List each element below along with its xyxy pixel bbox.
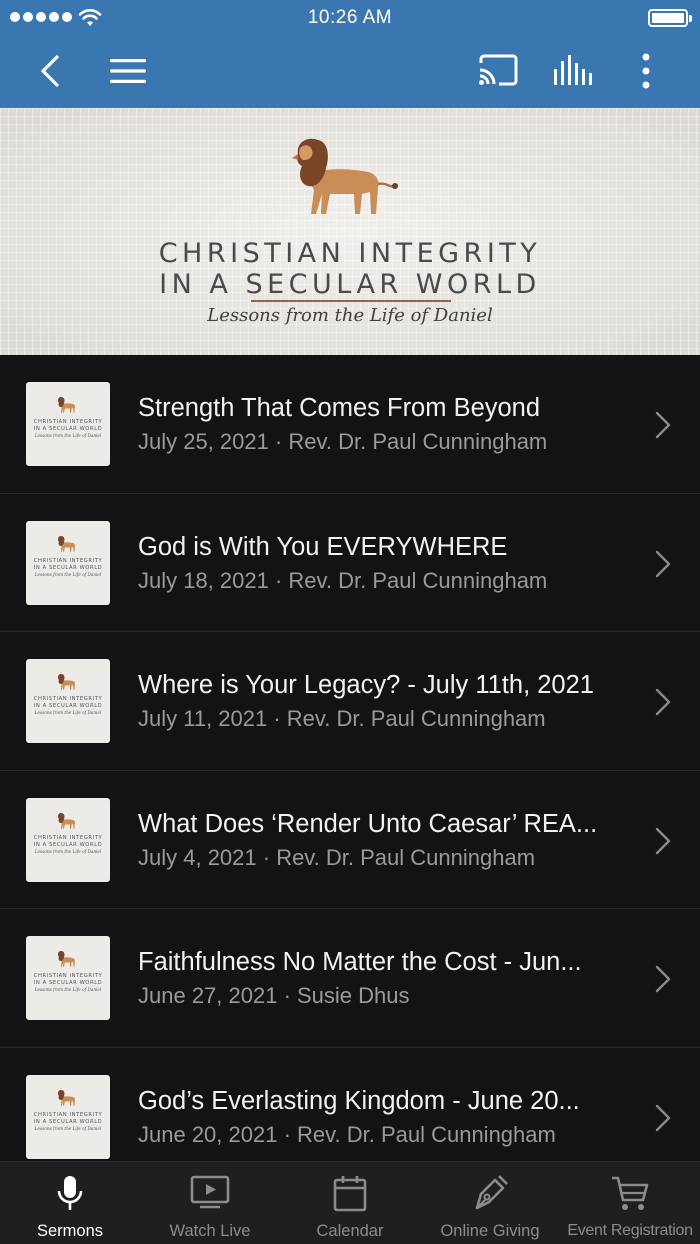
sermon-title: Strength That Comes From Beyond [138, 394, 541, 422]
chevron-right-icon [655, 965, 671, 993]
battery-icon [648, 9, 692, 27]
thumbnail-title-line1: CHRISTIAN INTEGRITY [33, 834, 103, 841]
tab-bar: Sermons Watch Live Calendar Online Givin… [0, 1161, 700, 1244]
sermon-row[interactable]: CHRISTIAN INTEGRITY IN A SECULAR WORLD L… [0, 909, 700, 1048]
audio-levels-button[interactable] [548, 48, 596, 94]
thumbnail-title-line1: CHRISTIAN INTEGRITY [33, 557, 103, 564]
sermon-title: God is With You EVERYWHERE [138, 532, 508, 561]
lion-illustration [292, 138, 398, 214]
sermon-date-speaker: June 20, 2021 · Rev. Dr. Paul Cunningham [138, 1121, 556, 1147]
thumbnail-title-line1: CHRISTIAN INTEGRITY [33, 696, 103, 702]
sermon-row[interactable]: CHRISTIAN INTEGRITY IN A SECULAR WORLD L… [0, 632, 700, 771]
lion-illustration [57, 1089, 76, 1106]
cast-button[interactable] [474, 48, 522, 94]
thumbnail-subtitle: Lessons from the Life of Daniel [34, 710, 102, 715]
lion-illustration [57, 812, 76, 829]
chevron-right-icon [655, 550, 671, 577]
sermon-title: What Does ‘Render Unto Caesar’ REA... [138, 809, 598, 838]
tab-sermons[interactable]: Sermons [0, 1162, 140, 1244]
sermon-date-speaker: July 18, 2021 · Rev. Dr. Paul Cunningham [138, 567, 548, 593]
sermon-date-speaker: June 27, 2021 · Susie Dhus [138, 983, 410, 1008]
banner-divider [251, 300, 451, 302]
microphone-icon [57, 1176, 83, 1210]
equalizer-icon [554, 55, 592, 85]
thumbnail-subtitle: Lessons from the Life of Daniel [34, 433, 102, 438]
thumbnail-subtitle: Lessons from the Life of Daniel [34, 571, 102, 577]
thumbnail-subtitle: Lessons from the Life of Daniel [34, 1125, 102, 1131]
tab-label: Calendar [316, 1222, 384, 1240]
tab-online-giving[interactable]: Online Giving [420, 1162, 560, 1244]
hamburger-menu-icon [110, 59, 146, 83]
thumbnail-title-line2: IN A SECULAR WORLD [33, 426, 103, 432]
status-time: 10:26 AM [307, 7, 393, 28]
sermon-thumbnail: CHRISTIAN INTEGRITY IN A SECULAR WORLD L… [26, 659, 110, 743]
thumbnail-title-line2: IN A SECULAR WORLD [33, 564, 103, 571]
tab-event-registration[interactable]: Event Registration [560, 1162, 700, 1244]
sermon-list: CHRISTIAN INTEGRITY IN A SECULAR WORLD L… [0, 355, 700, 1186]
thumbnail-subtitle: Lessons from the Life of Daniel [34, 987, 102, 992]
thumbnail-title-line2: IN A SECULAR WORLD [33, 841, 103, 848]
lion-illustration [57, 396, 76, 413]
chevron-right-icon [655, 411, 671, 439]
thumbnail-title-line2: IN A SECULAR WORLD [33, 1118, 103, 1125]
sermon-date-speaker: July 25, 2021 · Rev. Dr. Paul Cunningham [138, 429, 548, 454]
sermon-date-speaker: July 11, 2021 · Rev. Dr. Paul Cunningham [138, 706, 546, 731]
back-button[interactable] [30, 48, 70, 94]
thumbnail-title-line2: IN A SECULAR WORLD [33, 980, 103, 986]
thumbnail-title-line1: CHRISTIAN INTEGRITY [33, 1111, 103, 1118]
tab-label: Event Registration [567, 1222, 693, 1239]
tab-label: Watch Live [169, 1222, 251, 1240]
lion-illustration [57, 950, 76, 967]
tab-calendar[interactable]: Calendar [280, 1162, 420, 1244]
sermon-thumbnail: CHRISTIAN INTEGRITY IN A SECULAR WORLD L… [26, 797, 110, 882]
more-options-button[interactable] [628, 48, 664, 94]
sermon-row[interactable]: CHRISTIAN INTEGRITY IN A SECULAR WORLD L… [0, 355, 700, 494]
tab-watch-live[interactable]: Watch Live [140, 1162, 280, 1244]
sermon-thumbnail: CHRISTIAN INTEGRITY IN A SECULAR WORLD L… [26, 1074, 110, 1159]
sermon-row[interactable]: CHRISTIAN INTEGRITY IN A SECULAR WORLD L… [0, 494, 700, 632]
cart-icon [612, 1176, 649, 1210]
top-bar: 10:26 AM [0, 0, 700, 108]
sermon-title: Faithfulness No Matter the Cost - Jun... [138, 948, 582, 976]
more-vertical-icon [642, 53, 650, 89]
sermon-date-speaker: July 4, 2021 · Rev. Dr. Paul Cunningham [138, 844, 536, 870]
sermon-title: God’s Everlasting Kingdom - June 20... [138, 1086, 580, 1115]
chevron-right-icon [655, 827, 671, 854]
thumbnail-title-line1: CHRISTIAN INTEGRITY [33, 973, 103, 979]
banner-subtitle: Lessons from the Life of Daniel [207, 305, 493, 326]
cast-icon [479, 54, 518, 86]
thumbnail-title-line2: IN A SECULAR WORLD [33, 703, 103, 709]
lion-illustration [57, 673, 76, 690]
chevron-right-icon [655, 688, 671, 716]
sermon-thumbnail: CHRISTIAN INTEGRITY IN A SECULAR WORLD L… [26, 936, 110, 1020]
sermon-thumbnail: CHRISTIAN INTEGRITY IN A SECULAR WORLD L… [26, 382, 110, 466]
sermon-row[interactable]: CHRISTIAN INTEGRITY IN A SECULAR WORLD L… [0, 771, 700, 909]
series-banner: CHRISTIAN INTEGRITY IN A SECULAR WORLD L… [0, 108, 700, 355]
banner-title-line1: CHRISTIAN INTEGRITY [158, 238, 542, 269]
pen-nib-icon [475, 1175, 508, 1210]
thumbnail-subtitle: Lessons from the Life of Daniel [34, 848, 102, 854]
sermon-thumbnail: CHRISTIAN INTEGRITY IN A SECULAR WORLD L… [26, 520, 110, 605]
thumbnail-title-line1: CHRISTIAN INTEGRITY [33, 419, 103, 425]
sermon-title: Where is Your Legacy? - July 11th, 2021 [138, 671, 594, 699]
status-bar: 10:26 AM [0, 0, 700, 36]
calendar-icon [333, 1176, 367, 1212]
banner-title-line2: IN A SECULAR WORLD [159, 269, 541, 300]
tab-label: Online Giving [440, 1222, 540, 1240]
chevron-right-icon [655, 1104, 671, 1131]
tv-play-icon [190, 1175, 230, 1209]
chevron-left-icon [41, 55, 59, 87]
tab-label: Sermons [36, 1222, 104, 1240]
lion-illustration [57, 535, 76, 552]
menu-button[interactable] [104, 48, 152, 94]
